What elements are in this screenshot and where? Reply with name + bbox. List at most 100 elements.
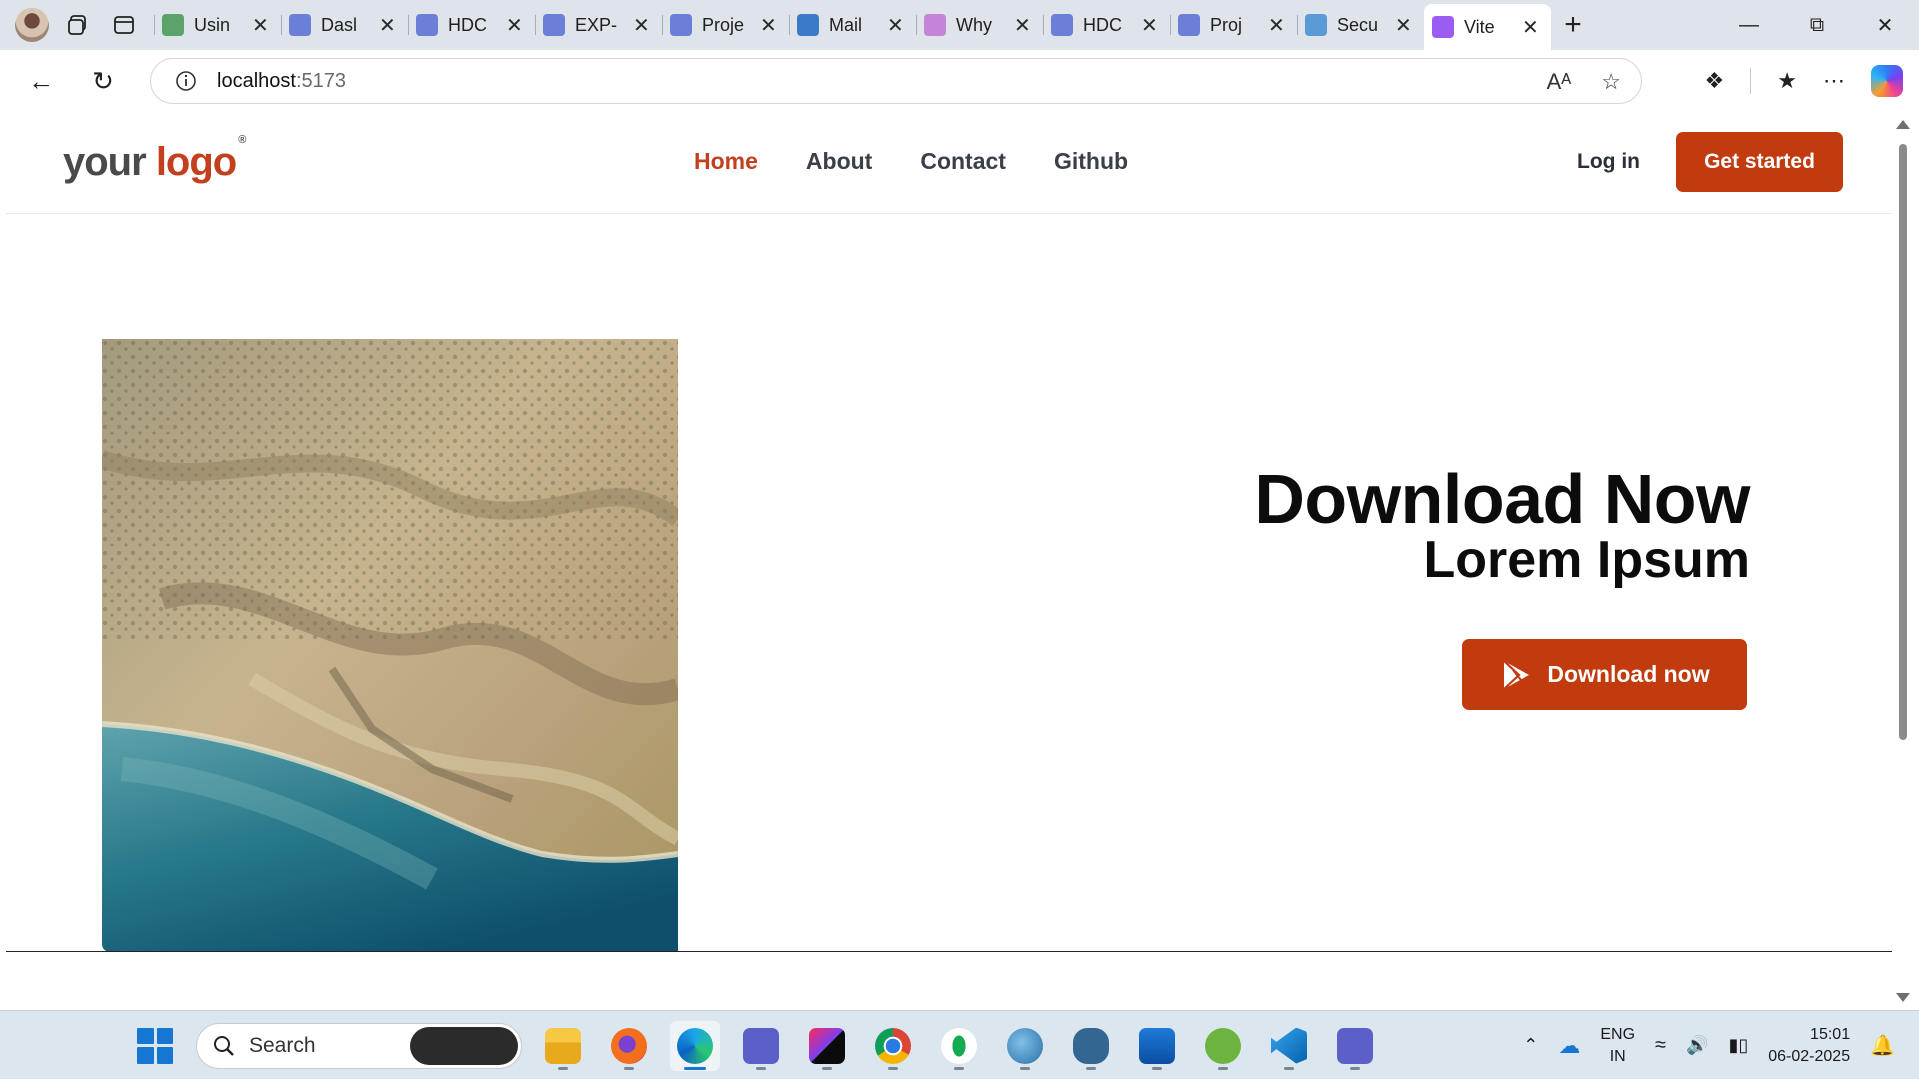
workspaces-button[interactable] [58, 5, 98, 45]
browser-tab[interactable]: Secu ✕ [1297, 5, 1424, 45]
copilot-icon[interactable] [1871, 65, 1903, 97]
nav-github-link[interactable]: Github [1054, 148, 1128, 175]
page-viewport: your logo® Home About Contact Github Log… [6, 112, 1892, 1010]
language-indicator[interactable]: ENG IN [1600, 1024, 1635, 1068]
windows-taskbar: Search ⌃ ☁ ENG IN ≈ 🔊 ▮▯ 15:01 06-02-202… [0, 1010, 1919, 1079]
jira-icon [416, 14, 438, 36]
taskbar-file-explorer[interactable] [538, 1021, 588, 1071]
login-link[interactable]: Log in [1577, 150, 1640, 174]
close-icon[interactable]: ✕ [1141, 13, 1158, 38]
close-icon[interactable]: ✕ [887, 13, 904, 38]
browser-tab[interactable]: HDC ✕ [1043, 5, 1170, 45]
address-input[interactable]: localhost:5173 Aᴬ ☆ [150, 58, 1642, 104]
jira-icon [543, 14, 565, 36]
tab-strip: Usin ✕ Dasl ✕ HDC ✕ EXP- ✕ Proje ✕ Mail ✕ Why ✕ HDC ✕ Pr… [154, 0, 1551, 50]
play-store-icon [1503, 659, 1530, 690]
minimize-button[interactable]: — [1715, 0, 1783, 50]
close-icon[interactable]: ✕ [760, 13, 777, 38]
browser-tab[interactable]: Why ✕ [916, 5, 1043, 45]
browser-tab[interactable]: Mail ✕ [789, 5, 916, 45]
browser-tab[interactable]: Usin ✕ [154, 5, 281, 45]
registered-mark: ® [238, 133, 246, 146]
url-host: localhost [217, 69, 296, 92]
info-icon [176, 71, 196, 91]
close-window-button[interactable]: ✕ [1851, 0, 1919, 50]
close-icon[interactable]: ✕ [506, 13, 523, 38]
browser-tab[interactable]: Dasl ✕ [281, 5, 408, 45]
nav-home-link[interactable]: Home [694, 148, 758, 175]
favorites-icon[interactable]: ★ [1777, 68, 1797, 94]
scroll-up-arrow-icon[interactable] [1896, 120, 1910, 129]
profile-avatar[interactable] [12, 5, 52, 45]
chrome-icon [875, 1027, 911, 1064]
close-icon[interactable]: ✕ [1268, 13, 1285, 38]
taskbar-teams[interactable] [736, 1021, 786, 1071]
close-icon[interactable]: ✕ [379, 13, 396, 38]
scroll-down-arrow-icon[interactable] [1896, 993, 1910, 1002]
tab-title: Why [956, 14, 992, 35]
more-options-icon[interactable]: ⋯ [1823, 68, 1845, 94]
close-icon[interactable]: ✕ [252, 13, 269, 38]
close-icon[interactable]: ✕ [1014, 13, 1031, 38]
taskbar-vscode[interactable] [1264, 1021, 1314, 1071]
start-button[interactable] [130, 1021, 180, 1071]
pinwheel-icon [924, 14, 946, 36]
hero-subtitle: Lorem Ipsum [1423, 531, 1751, 589]
taskbar-teams-work[interactable] [1330, 1021, 1380, 1071]
read-aloud-icon[interactable]: Aᴬ [1547, 69, 1572, 95]
battery-icon[interactable]: ▮▯ [1728, 1035, 1748, 1056]
url-port: :5173 [295, 69, 346, 92]
close-icon[interactable]: ✕ [1395, 13, 1412, 38]
extensions-icon[interactable]: ❖ [1705, 68, 1725, 94]
taskbar-firefox[interactable] [604, 1021, 654, 1071]
tab-actions-button[interactable] [104, 5, 144, 45]
taskbar-network-globe[interactable] [1000, 1021, 1050, 1071]
section-divider [6, 951, 1892, 952]
close-icon[interactable]: ✕ [1522, 15, 1539, 40]
chevron-up-icon[interactable]: ⌃ [1523, 1035, 1538, 1056]
taskbar-remote-desktop[interactable] [1132, 1021, 1182, 1071]
language-code: ENG [1600, 1025, 1636, 1043]
page-scrollbar[interactable] [1892, 112, 1913, 1010]
taskbar-search[interactable]: Search [196, 1022, 522, 1069]
taskbar-intellij[interactable] [802, 1021, 852, 1071]
browser-tab[interactable]: Proje ✕ [662, 5, 789, 45]
taskbar-postgres[interactable] [1066, 1021, 1116, 1071]
wifi-icon[interactable]: ≈ [1655, 1034, 1666, 1057]
get-started-button[interactable]: Get started [1676, 132, 1843, 192]
teams-icon [743, 1027, 779, 1064]
taskbar-edge[interactable] [670, 1020, 720, 1071]
new-tab-button[interactable]: + [1551, 8, 1595, 42]
browser-tab[interactable]: HDC ✕ [408, 5, 535, 45]
site-logo[interactable]: your logo® [63, 134, 246, 185]
download-button-label: Download now [1547, 661, 1710, 687]
folder-icon [545, 1027, 581, 1064]
region-code: IN [1609, 1047, 1626, 1065]
download-now-button[interactable]: Download now [1462, 639, 1747, 710]
tab-title: Vite [1464, 16, 1495, 37]
close-icon[interactable]: ✕ [633, 13, 650, 38]
nav-about-link[interactable]: About [806, 148, 872, 175]
taskbar-mongodb[interactable] [934, 1021, 984, 1071]
jira-icon [1178, 14, 1200, 36]
taskbar-chrome[interactable] [868, 1021, 918, 1071]
scroll-thumb[interactable] [1899, 144, 1907, 740]
clock[interactable]: 15:01 06-02-2025 [1768, 1024, 1850, 1068]
restore-button[interactable]: ⧉ [1783, 0, 1851, 50]
refresh-icon: ↻ [92, 65, 114, 96]
onedrive-cloud-icon[interactable]: ☁ [1558, 1033, 1580, 1059]
browser-tab[interactable]: EXP- ✕ [535, 5, 662, 45]
back-button[interactable]: ← [18, 58, 64, 104]
notification-bell-icon[interactable]: 🔔 [1870, 1033, 1895, 1058]
refresh-button[interactable]: ↻ [80, 58, 126, 104]
main-nav: Home About Contact Github [694, 148, 1128, 175]
nav-contact-link[interactable]: Contact [920, 148, 1006, 175]
taskbar-spring[interactable] [1198, 1021, 1248, 1071]
browser-tab[interactable]: Proj ✕ [1170, 5, 1297, 45]
browser-tab[interactable]: Vite ✕ [1424, 4, 1551, 50]
address-bar-row: ← ↻ localhost:5173 Aᴬ ☆ ❖ ★ ⋯ [0, 50, 1919, 112]
jira-icon [289, 14, 311, 36]
favorite-star-icon[interactable]: ☆ [1601, 69, 1621, 95]
clock-date: 06-02-2025 [1768, 1047, 1851, 1065]
volume-icon[interactable]: 🔊 [1686, 1035, 1708, 1056]
